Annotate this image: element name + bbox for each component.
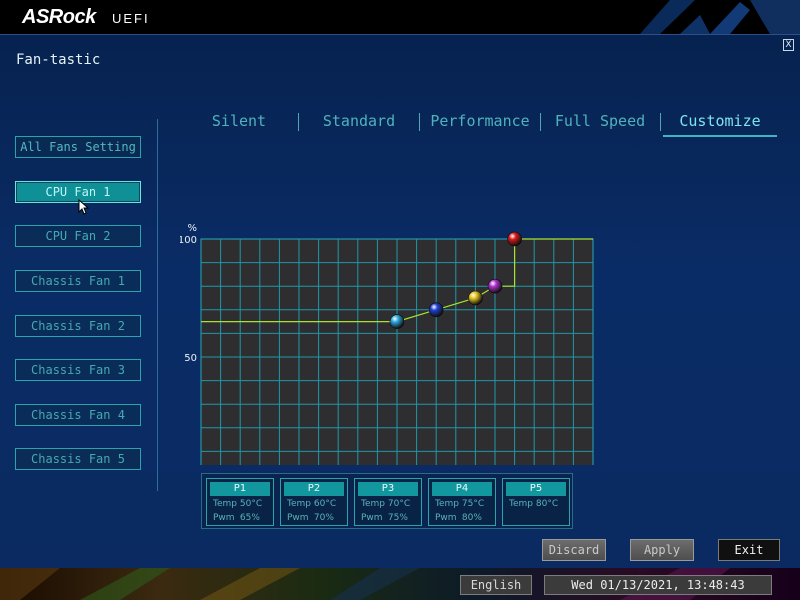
point-card-title: P2: [284, 482, 344, 496]
point-temp: 60°C: [313, 499, 337, 509]
tab-full-speed[interactable]: Full Speed: [541, 109, 659, 137]
curve-point-p4[interactable]: [487, 278, 503, 294]
point-card-title: P5: [506, 482, 566, 496]
point-pwm: 75%: [387, 513, 408, 523]
point-pwm: 65%: [239, 513, 260, 523]
temp-label: Temp: [361, 499, 385, 509]
point-card-p1[interactable]: P1 Temp 50°C Pwm 65%: [206, 478, 274, 526]
apply-button[interactable]: Apply: [630, 539, 694, 561]
point-temp: 75°C: [461, 499, 485, 509]
tab-standard[interactable]: Standard: [299, 109, 419, 137]
page-title: Fan-tastic: [16, 52, 101, 68]
fan-chassis-fan-5[interactable]: Chassis Fan 5: [15, 448, 141, 470]
curve-point-p2[interactable]: [428, 302, 444, 318]
close-button[interactable]: X: [783, 39, 794, 51]
tab-performance[interactable]: Performance: [420, 109, 540, 137]
point-temp: 50°C: [239, 499, 263, 509]
discard-button[interactable]: Discard: [542, 539, 606, 561]
mouse-cursor-icon: [78, 199, 90, 215]
fan-cpu-fan-2[interactable]: CPU Fan 2: [15, 225, 141, 247]
y-tick-label: 50: [184, 353, 197, 364]
point-card-p4[interactable]: P4 Temp 75°C Pwm 80%: [428, 478, 496, 526]
fan-chassis-fan-4[interactable]: Chassis Fan 4: [15, 404, 141, 426]
top-bar: ASRock UEFI: [0, 0, 800, 34]
pwm-label: Pwm: [361, 513, 383, 523]
point-card-p2[interactable]: P2 Temp 60°C Pwm 70%: [280, 478, 348, 526]
fan-curve-chart[interactable]: 025507510010050%°C: [178, 185, 620, 493]
tab-separator: [660, 113, 661, 131]
temp-label: Temp: [213, 499, 237, 509]
decorative-shards: [640, 0, 800, 34]
temp-label: Temp: [509, 499, 533, 509]
tab-customize[interactable]: Customize: [663, 109, 777, 137]
fan-chassis-fan-2[interactable]: Chassis Fan 2: [15, 315, 141, 337]
exit-button[interactable]: Exit: [718, 539, 780, 561]
point-card-p3[interactable]: P3 Temp 70°C Pwm 75%: [354, 478, 422, 526]
pwm-label: Pwm: [435, 513, 457, 523]
fan-chassis-fan-1[interactable]: Chassis Fan 1: [15, 270, 141, 292]
tab-silent[interactable]: Silent: [180, 109, 298, 137]
point-card-p5[interactable]: P5 Temp 80°C: [502, 478, 570, 526]
status-bar: English Wed 01/13/2021, 13:48:43: [0, 568, 800, 600]
language-selector[interactable]: English: [460, 575, 532, 595]
y-tick-label: 100: [180, 235, 197, 246]
brand-logo: ASRock: [22, 6, 96, 28]
all-fans-setting-button[interactable]: All Fans Setting: [15, 136, 141, 158]
main-panel: Fan-tastic X Silent Standard Performance…: [0, 34, 800, 568]
panel-divider: [157, 119, 158, 491]
point-card-title: P4: [432, 482, 492, 496]
fan-chassis-fan-3[interactable]: Chassis Fan 3: [15, 359, 141, 381]
curve-point-p3[interactable]: [468, 290, 483, 306]
y-axis-label: %: [187, 223, 197, 234]
point-pwm: 70%: [313, 513, 334, 523]
point-card-title: P3: [358, 482, 418, 496]
pwm-label: Pwm: [287, 513, 309, 523]
point-pwm: 80%: [461, 513, 482, 523]
point-temp: 80°C: [535, 499, 559, 509]
temp-label: Temp: [435, 499, 459, 509]
point-temp: 70°C: [387, 499, 411, 509]
curve-point-p1[interactable]: [389, 314, 405, 329]
pwm-label: Pwm: [213, 513, 235, 523]
curve-point-p5[interactable]: [507, 231, 522, 247]
point-card-title: P1: [210, 482, 270, 496]
product-label: UEFI: [112, 11, 150, 26]
point-cards: P1 Temp 50°C Pwm 65% P2 Temp 60°C Pwm 70…: [201, 473, 573, 529]
date-time-display: Wed 01/13/2021, 13:48:43: [544, 575, 772, 595]
fan-curve-svg[interactable]: 025507510010050%°C: [178, 185, 620, 493]
temp-label: Temp: [287, 499, 311, 509]
